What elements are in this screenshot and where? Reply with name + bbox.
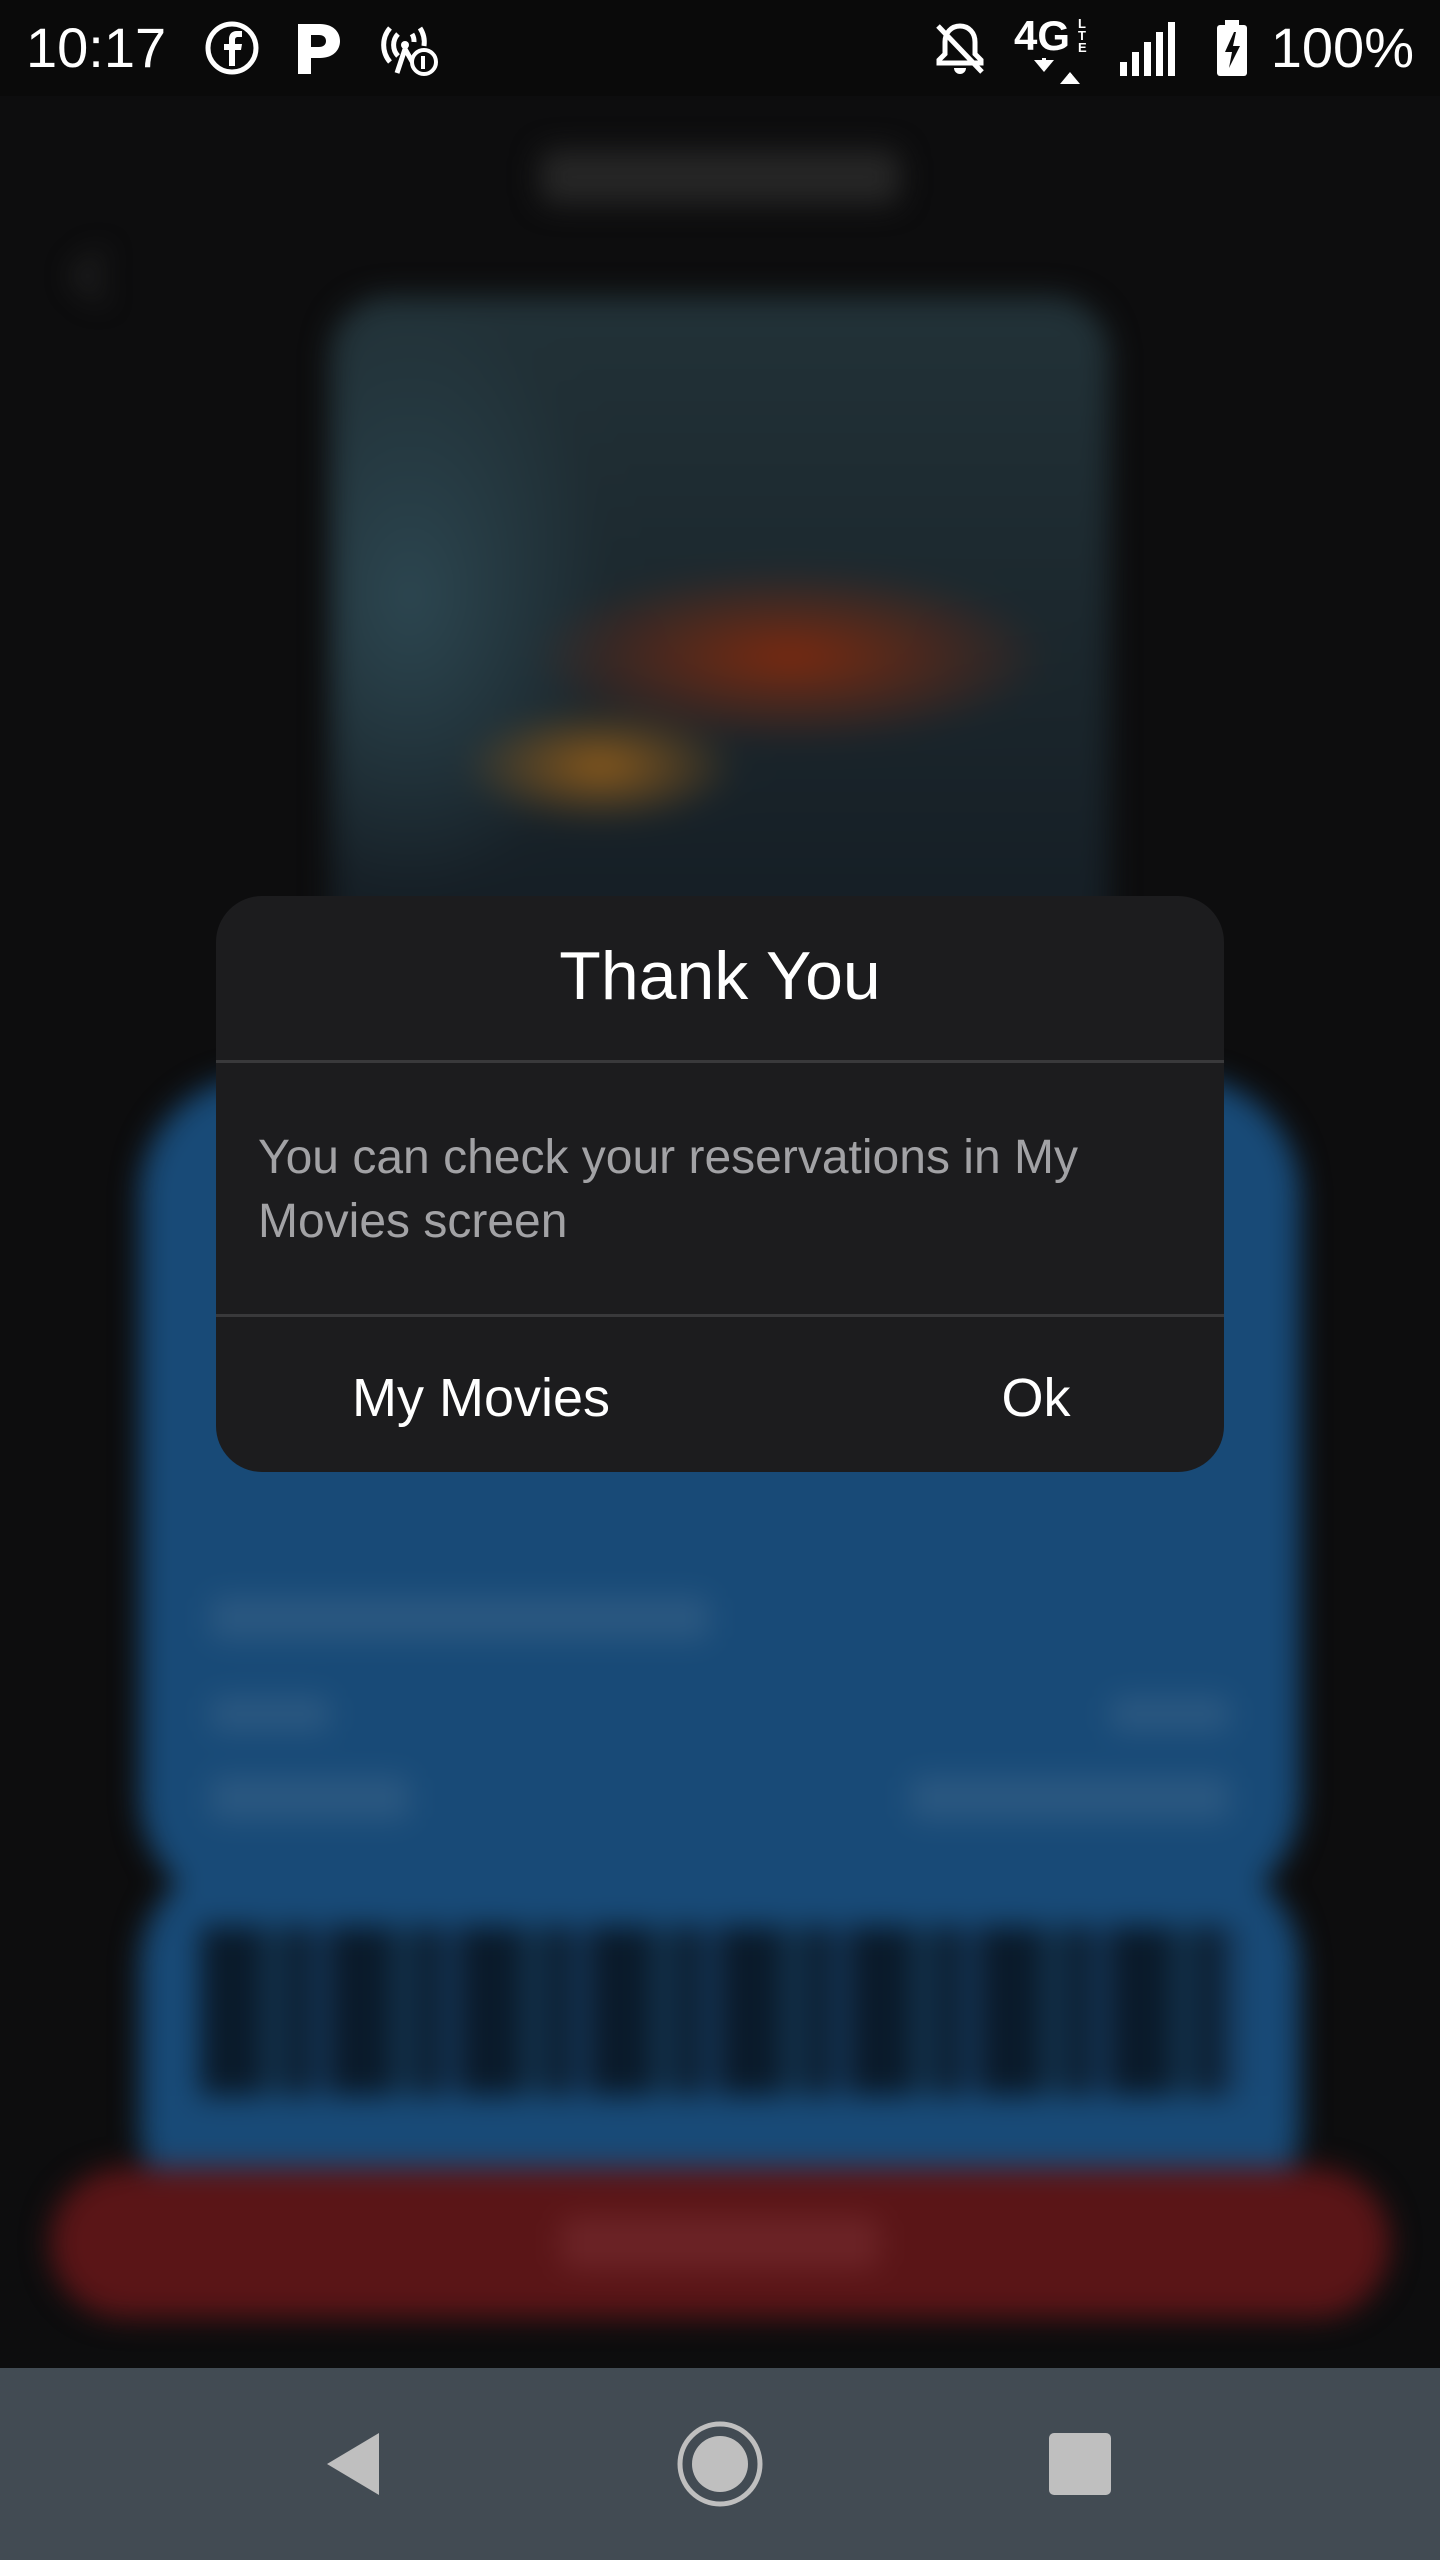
facebook-icon xyxy=(205,21,259,75)
recents-button[interactable] xyxy=(1016,2400,1144,2528)
signal-icon xyxy=(1120,22,1175,76)
status-time: 10:17 xyxy=(26,16,167,79)
svg-text:E: E xyxy=(1078,40,1087,55)
dialog-title: Thank You xyxy=(559,938,881,1014)
my-movies-button[interactable]: My Movies xyxy=(296,1358,666,1438)
hotspot-icon xyxy=(381,26,438,76)
lte-icon: 4G L T E xyxy=(1014,12,1087,84)
back-button[interactable] xyxy=(292,2400,420,2528)
app-screen: 10:17 4G L T E 100% Thank You You can ch… xyxy=(0,0,1440,2560)
battery-charging-icon xyxy=(1217,20,1247,76)
home-icon xyxy=(677,2421,763,2507)
dialog-message: You can check your reservations in My Mo… xyxy=(258,1131,1078,1248)
back-icon xyxy=(327,2433,379,2495)
book-now-button-background xyxy=(50,2168,1390,2318)
dialog-divider-top xyxy=(216,1060,1224,1063)
recents-icon xyxy=(1049,2433,1111,2495)
home-button[interactable] xyxy=(656,2400,784,2528)
dialog-divider-bottom xyxy=(216,1314,1224,1317)
parking-icon xyxy=(298,24,340,74)
thank-you-dialog: Thank You You can check your reservation… xyxy=(216,896,1224,1472)
ok-button[interactable]: Ok xyxy=(916,1358,1156,1438)
background-title-placeholder xyxy=(0,150,1440,204)
status-bar: 10:17 4G L T E 100% xyxy=(0,0,1440,96)
mute-icon xyxy=(936,23,984,74)
svg-text:4G: 4G xyxy=(1014,12,1070,59)
navigation-bar xyxy=(0,2368,1440,2560)
battery-percentage: 100% xyxy=(1270,16,1414,79)
back-arrow-icon xyxy=(62,246,122,306)
